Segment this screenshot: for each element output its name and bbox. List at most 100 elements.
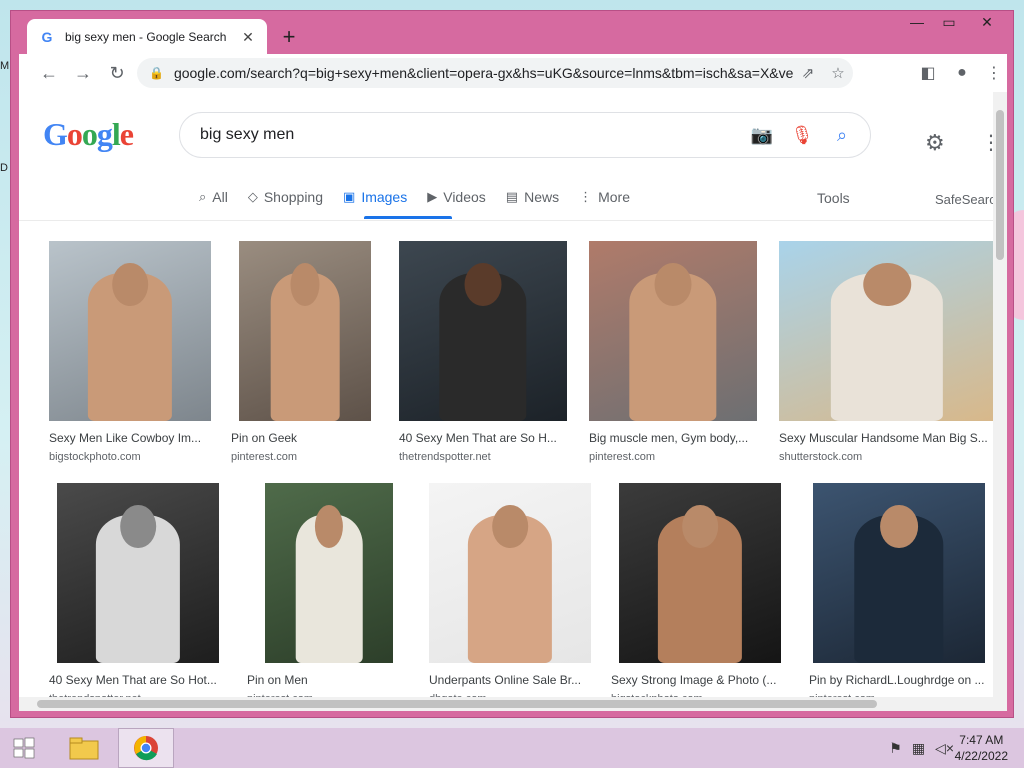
chrome-icon[interactable] bbox=[118, 728, 174, 768]
gear-icon[interactable]: ⚙ bbox=[925, 130, 945, 156]
image-result[interactable]: Pin by RichardL.Loughrdge on ... pintere… bbox=[809, 483, 989, 705]
active-tab-indicator bbox=[364, 216, 452, 219]
back-icon[interactable]: ← bbox=[33, 57, 65, 89]
head-shape bbox=[682, 504, 718, 548]
search-query[interactable]: big sexy men bbox=[200, 126, 742, 144]
result-source[interactable]: shutterstock.com bbox=[779, 451, 995, 463]
result-title[interactable]: Underpants Online Sale Br... bbox=[429, 673, 591, 687]
image-result[interactable]: Sexy Men Like Cowboy Im... bigstockphoto… bbox=[49, 241, 211, 463]
star-icon[interactable]: ☆ bbox=[823, 58, 853, 88]
tab-title: big sexy men - Google Search bbox=[65, 30, 227, 44]
sidepanel-icon[interactable]: ◧ bbox=[913, 58, 943, 88]
profile-icon[interactable]: ● bbox=[947, 58, 977, 88]
search-icon[interactable]: ⌕ bbox=[822, 115, 862, 155]
search-input[interactable]: big sexy men 📷 🎙 ⌕ bbox=[179, 112, 871, 158]
result-thumbnail[interactable] bbox=[779, 241, 995, 421]
result-title[interactable]: Sexy Strong Image & Photo (... bbox=[611, 673, 789, 687]
clock-date: 4/22/2022 bbox=[954, 749, 1008, 763]
head-shape bbox=[880, 504, 918, 548]
maximize-icon[interactable]: ▭ bbox=[933, 11, 965, 33]
result-title[interactable]: 40 Sexy Men That are So Hot... bbox=[49, 673, 227, 687]
result-thumbnail[interactable] bbox=[589, 241, 757, 421]
tab-images[interactable]: ▣ Images bbox=[343, 182, 407, 212]
tab-all[interactable]: ⌕ All bbox=[199, 182, 228, 212]
search-icon: ⌕ bbox=[199, 189, 207, 204]
head-shape bbox=[120, 504, 156, 548]
tab-more-label: More bbox=[598, 189, 631, 205]
result-thumbnail[interactable] bbox=[399, 241, 567, 421]
url-text[interactable]: google.com/search?q=big+sexy+men&client=… bbox=[174, 65, 793, 81]
tab-shopping[interactable]: ◇ Shopping bbox=[248, 182, 323, 212]
head-shape bbox=[492, 504, 528, 548]
horizontal-scrollbar[interactable] bbox=[19, 697, 993, 711]
result-title[interactable]: Sexy Muscular Handsome Man Big S... bbox=[779, 431, 995, 445]
result-thumbnail[interactable] bbox=[57, 483, 219, 663]
result-title[interactable]: Pin on Men bbox=[247, 673, 409, 687]
image-result[interactable]: Underpants Online Sale Br... dhgate.com bbox=[429, 483, 591, 705]
tab-shopping-label: Shopping bbox=[263, 189, 324, 205]
minimize-icon[interactable]: — bbox=[901, 11, 933, 33]
result-thumbnail[interactable] bbox=[813, 483, 985, 663]
result-source[interactable]: thetrendspotter.net bbox=[399, 451, 567, 463]
clock-time: 7:47 AM bbox=[959, 733, 1004, 747]
head-shape bbox=[112, 262, 148, 306]
result-source[interactable]: pinterest.com bbox=[231, 451, 371, 463]
scrollbar-thumb[interactable] bbox=[37, 700, 877, 708]
result-title[interactable]: 40 Sexy Men That are So H... bbox=[399, 431, 567, 445]
result-thumbnail[interactable] bbox=[265, 483, 393, 663]
close-icon[interactable]: ✕ bbox=[239, 28, 257, 46]
mic-icon[interactable]: 🎙 bbox=[782, 115, 822, 155]
taskbar: ⚑ ▦ ◁× 7:47 AM 4/22/2022 bbox=[0, 728, 1024, 768]
volume-icon[interactable]: ◁× bbox=[935, 740, 954, 757]
image-result[interactable]: Pin on Geek pinterest.com bbox=[231, 241, 371, 463]
result-thumbnail[interactable] bbox=[619, 483, 781, 663]
windows-start-icon[interactable] bbox=[0, 728, 48, 768]
forward-icon[interactable]: → bbox=[67, 57, 99, 89]
address-bar[interactable]: 🔒 google.com/search?q=big+sexy+men&clien… bbox=[137, 58, 853, 88]
more-icon: ⋮ bbox=[579, 189, 593, 204]
image-result[interactable]: Big muscle men, Gym body,... pinterest.c… bbox=[589, 241, 757, 463]
head-shape bbox=[464, 262, 502, 306]
search-results-page: Google big sexy men 📷 🎙 ⌕ ⚙ ⋮⋮ ⌕All ◇Sho… bbox=[19, 92, 1007, 711]
result-title[interactable]: Pin on Geek bbox=[231, 431, 371, 445]
tab-strip: G big sexy men - Google Search ✕ + — ▭ ✕ bbox=[11, 11, 1013, 55]
flag-icon[interactable]: ⚑ bbox=[889, 740, 902, 757]
google-logo[interactable]: Google bbox=[43, 116, 134, 153]
result-title[interactable]: Pin by RichardL.Loughrdge on ... bbox=[809, 673, 989, 687]
tab-news[interactable]: ▤ News bbox=[506, 182, 559, 212]
result-thumbnail[interactable] bbox=[239, 241, 371, 421]
search-nav: ⌕ All ◇ Shopping ▣ Images ▶ Videos ▤ News ⋮ Mo… bbox=[199, 182, 650, 212]
camera-icon[interactable]: 📷 bbox=[742, 115, 782, 155]
clock[interactable]: 7:47 AM 4/22/2022 bbox=[955, 732, 1008, 764]
result-thumbnail[interactable] bbox=[429, 483, 591, 663]
tab-videos[interactable]: ▶ Videos bbox=[427, 182, 486, 212]
result-title[interactable]: Sexy Men Like Cowboy Im... bbox=[49, 431, 211, 445]
result-source[interactable]: pinterest.com bbox=[589, 451, 757, 463]
head-shape bbox=[654, 262, 692, 306]
close-window-icon[interactable]: ✕ bbox=[971, 11, 1003, 33]
tools-button[interactable]: Tools bbox=[817, 190, 850, 206]
reload-icon[interactable]: ↻ bbox=[101, 57, 133, 89]
vertical-scrollbar[interactable] bbox=[993, 92, 1007, 711]
browser-tab[interactable]: G big sexy men - Google Search ✕ bbox=[27, 19, 267, 55]
result-source[interactable]: bigstockphoto.com bbox=[49, 451, 211, 463]
result-thumbnail[interactable] bbox=[49, 241, 211, 421]
image-result[interactable]: Sexy Muscular Handsome Man Big S... shut… bbox=[779, 241, 995, 463]
tab-videos-label: Videos bbox=[443, 189, 486, 205]
network-icon[interactable]: ▦ bbox=[912, 740, 925, 757]
system-tray: ⚑ ▦ ◁× bbox=[879, 728, 954, 768]
result-title[interactable]: Big muscle men, Gym body,... bbox=[589, 431, 757, 445]
file-explorer-icon[interactable] bbox=[56, 728, 112, 768]
head-shape bbox=[290, 262, 320, 306]
plus-icon[interactable]: + bbox=[277, 24, 301, 49]
lock-icon: 🔒 bbox=[149, 66, 164, 80]
tab-more[interactable]: ⋮ More bbox=[579, 182, 630, 212]
image-result[interactable]: Sexy Strong Image & Photo (... bigstockp… bbox=[611, 483, 789, 705]
image-result[interactable]: 40 Sexy Men That are So Hot... thetrends… bbox=[49, 483, 227, 705]
image-result[interactable]: 40 Sexy Men That are So H... thetrendspo… bbox=[399, 241, 567, 463]
scrollbar-thumb[interactable] bbox=[996, 110, 1004, 260]
google-favicon-icon: G bbox=[41, 29, 53, 45]
share-icon[interactable]: ⇗ bbox=[793, 58, 823, 88]
menu-icon[interactable]: ⋮ bbox=[979, 58, 1009, 88]
image-result[interactable]: Pin on Men pinterest.com bbox=[247, 483, 409, 705]
